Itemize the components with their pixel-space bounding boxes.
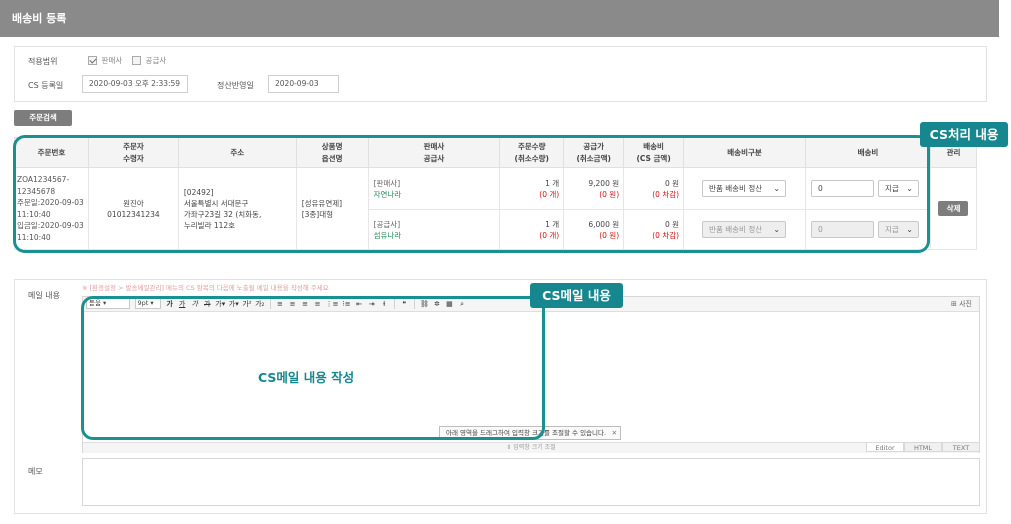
tab-html[interactable]: HTML <box>904 442 942 452</box>
cs-mail-write-label: CS메일 내용 작성 <box>258 370 355 385</box>
delete-button[interactable]: 삭제 <box>938 201 969 216</box>
cs-process-tag: CS처리 내용 <box>920 122 1008 147</box>
supplier-checkbox[interactable] <box>132 56 141 65</box>
order-search-button[interactable]: 주문검색 <box>14 110 72 126</box>
cs-date-label: CS 등록일 <box>28 81 64 90</box>
manage-cell: 삭제 <box>929 167 978 250</box>
memo-label: 메모 <box>28 467 43 476</box>
page-title-bar: 배송비 등록 <box>0 0 999 37</box>
add-photo-icon: ⊞ <box>951 300 957 308</box>
settle-date-field[interactable]: 2020-09-03 <box>268 75 339 93</box>
cs-mail-tag: CS메일 내용 <box>530 283 623 308</box>
resize-handle[interactable]: ⇕ 입력창 크기 조절 <box>83 442 979 453</box>
tab-editor[interactable]: Editor <box>866 442 904 452</box>
scope-option-seller[interactable]: 판매사 <box>88 55 122 66</box>
mail-hint: ※ [환경설정 > 발송메일관리] 메뉴의 CS 항목의 다음에 노출될 메일 … <box>82 284 329 292</box>
scope-label: 적용범위 <box>28 57 58 66</box>
mail-label: 메일 내용 <box>28 291 60 300</box>
resize-icon: ⇕ <box>506 444 512 451</box>
photo-button[interactable]: ⊞ 사진 <box>951 299 972 309</box>
cs-process-highlight <box>13 135 930 253</box>
cs-date-field[interactable]: 2020-09-03 오후 2:33:59 <box>82 75 188 93</box>
settle-date-label: 정산반영일 <box>217 81 254 90</box>
seller-checkbox[interactable] <box>88 56 97 65</box>
memo-textarea[interactable] <box>82 458 980 506</box>
page-title: 배송비 등록 <box>12 12 67 25</box>
close-icon[interactable]: ✕ <box>612 427 617 439</box>
scope-option-supplier[interactable]: 공급사 <box>132 55 166 66</box>
tab-text[interactable]: TEXT <box>942 442 980 452</box>
editor-mode-tabs: Editor HTML TEXT <box>866 442 980 452</box>
